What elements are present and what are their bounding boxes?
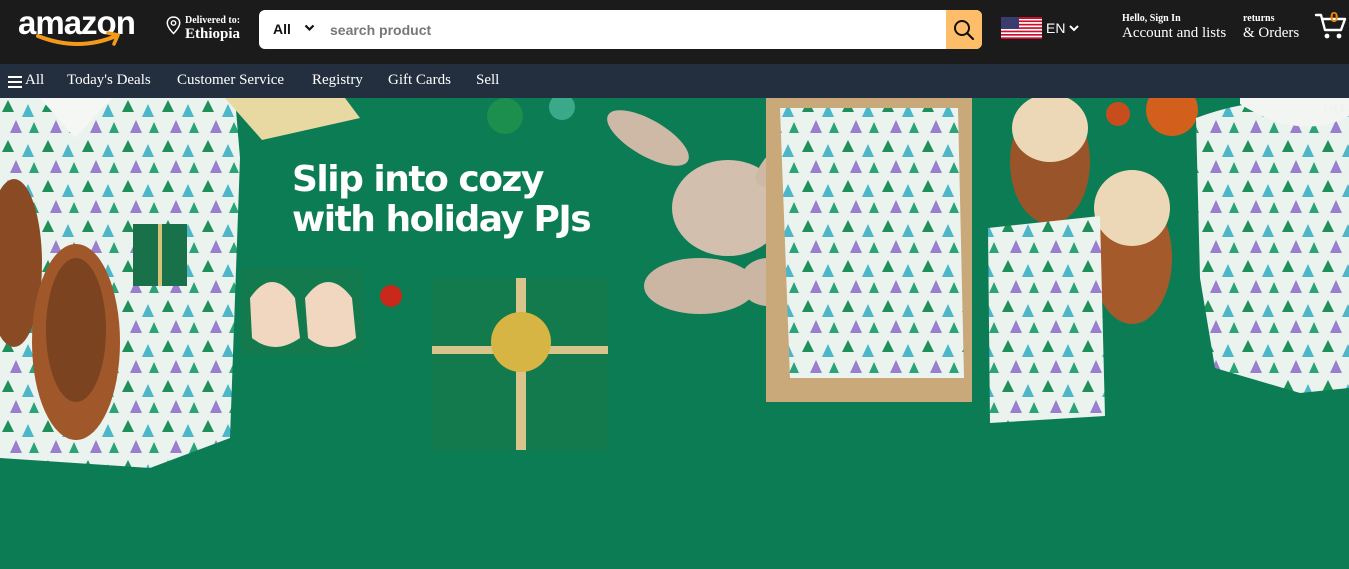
- account-menu[interactable]: Hello, Sign In Account and lists: [1122, 13, 1237, 45]
- nav-todays-deals[interactable]: Today's Deals: [67, 72, 151, 89]
- top-header: amazon Delivered to: Ethiopia All search…: [0, 0, 1349, 64]
- chevron-down-icon: [1069, 25, 1079, 32]
- search-bar: All: [259, 10, 982, 49]
- orders-label: & Orders: [1243, 25, 1300, 41]
- nav-gift-cards[interactable]: Gift Cards: [388, 72, 451, 89]
- nav-registry[interactable]: Registry: [312, 72, 363, 89]
- search-button[interactable]: [946, 10, 982, 49]
- language-label: EN: [1046, 20, 1066, 36]
- hero-headline-line2: with holiday PJs: [292, 199, 592, 240]
- amazon-logo[interactable]: amazon: [18, 4, 150, 50]
- hero-headline: Slip into cozy with holiday PJs: [292, 160, 632, 240]
- nav-all-label: All: [25, 72, 45, 88]
- logo-smile-icon: [36, 31, 120, 46]
- search-icon: [954, 20, 975, 41]
- account-greeting: Hello, Sign In: [1122, 13, 1181, 24]
- deliver-to-label: Delivered to:: [185, 15, 241, 26]
- hero-headline-line1: Slip into cozy: [292, 159, 544, 200]
- cart-count: 0: [1330, 9, 1339, 26]
- menu-icon: [8, 76, 22, 88]
- returns-orders-link[interactable]: returns & Orders: [1243, 13, 1309, 45]
- location-pin-icon: [166, 16, 181, 35]
- chevron-down-icon: [304, 24, 315, 32]
- hero-banner[interactable]: Slip into cozy with holiday PJs 1 of 5: [0, 98, 1349, 569]
- carousel-slide-indicator: 1 of 5: [1323, 103, 1344, 113]
- hero-banner-image: [0, 98, 1349, 569]
- nav-customer-service[interactable]: Customer Service: [177, 72, 284, 89]
- account-label: Account and lists: [1122, 25, 1227, 41]
- search-category-select[interactable]: All: [259, 10, 321, 49]
- returns-label: returns: [1243, 13, 1275, 24]
- secondary-nav: All Today's Deals Customer Service Regis…: [0, 64, 1349, 98]
- deliver-to-location: Ethiopia: [185, 26, 241, 42]
- us-flag-icon: [1001, 17, 1042, 39]
- search-input[interactable]: [321, 10, 945, 49]
- cart-button[interactable]: 0: [1314, 9, 1348, 43]
- search-category-label: All: [273, 21, 291, 37]
- nav-sell[interactable]: Sell: [476, 72, 499, 89]
